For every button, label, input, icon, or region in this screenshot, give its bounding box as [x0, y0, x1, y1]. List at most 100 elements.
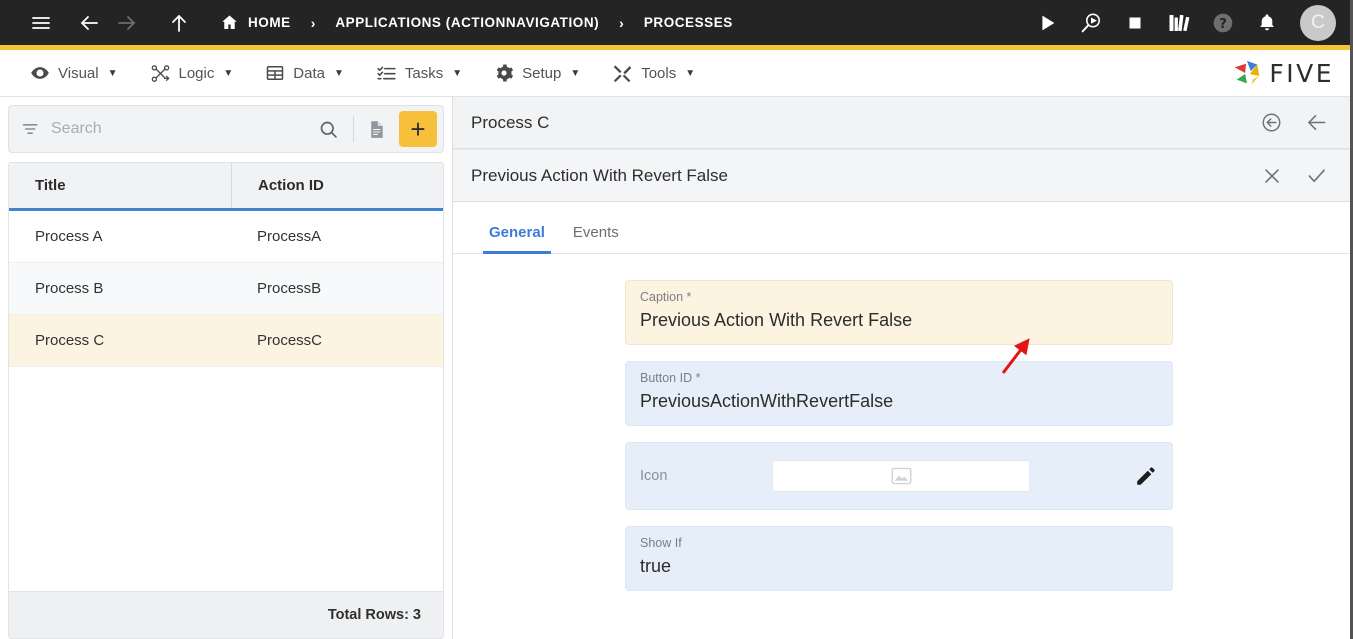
chevron-down-icon: ▼ — [108, 68, 118, 79]
topbar-action-group: ? C — [1028, 4, 1336, 42]
menu-label-tools: Tools — [641, 65, 676, 82]
chevron-down-icon: ▼ — [685, 68, 695, 79]
menu-item-data[interactable]: Data ▼ — [249, 57, 360, 89]
table-row[interactable]: Process B ProcessB — [9, 263, 443, 315]
breadcrumb-separator-2: › — [603, 15, 640, 31]
breadcrumb-separator-1: › — [295, 15, 332, 31]
action-title: Previous Action With Revert False — [471, 166, 1261, 186]
search-input[interactable] — [51, 120, 308, 138]
total-rows-label: Total Rows: 3 — [328, 607, 421, 623]
back-arrow-icon[interactable] — [1305, 111, 1328, 134]
tab-label-general: General — [489, 224, 545, 241]
caption-field[interactable]: Caption * Previous Action With Revert Fa… — [625, 280, 1173, 345]
general-tab-form: Caption * Previous Action With Revert Fa… — [453, 254, 1350, 639]
detail-header-actions — [1260, 111, 1328, 134]
tab-events[interactable]: Events — [559, 224, 633, 253]
eye-icon — [30, 63, 50, 83]
breadcrumb-label-processes: PROCESSES — [644, 15, 733, 30]
column-header-action-id[interactable]: Action ID — [231, 163, 443, 208]
menu-item-setup[interactable]: Setup ▼ — [478, 57, 596, 89]
top-navigation-bar: HOME › APPLICATIONS (ACTIONNAVIGATION) ›… — [0, 0, 1350, 45]
table-footer: Total Rows: 3 — [9, 591, 443, 638]
five-logo-mark-icon — [1232, 58, 1262, 88]
table-row-selected[interactable]: Process C ProcessC — [9, 315, 443, 367]
show-if-field-label: Show If — [640, 536, 1158, 551]
logic-node-icon — [150, 63, 171, 84]
breadcrumb-item-home[interactable]: HOME — [216, 13, 295, 32]
arrow-left-icon[interactable] — [70, 4, 108, 42]
arrow-up-icon[interactable] — [160, 4, 198, 42]
menu-item-tasks[interactable]: Tasks ▼ — [360, 57, 478, 90]
search-bar: + — [8, 105, 444, 153]
document-icon[interactable] — [358, 119, 395, 140]
avatar[interactable]: C — [1300, 5, 1336, 41]
run-icon[interactable] — [1028, 4, 1066, 42]
breadcrumb-label-applications: APPLICATIONS (ACTIONNAVIGATION) — [335, 15, 599, 30]
chevron-down-icon: ▼ — [452, 68, 462, 79]
home-icon — [220, 13, 239, 32]
pencil-edit-icon[interactable] — [1104, 464, 1158, 488]
help-icon[interactable]: ? — [1204, 4, 1242, 42]
chevron-down-icon: ▼ — [334, 68, 344, 79]
confirm-check-icon[interactable] — [1305, 164, 1328, 187]
cell-title: Process B — [9, 280, 231, 297]
breadcrumb-item-processes[interactable]: PROCESSES — [640, 15, 737, 30]
button-id-field[interactable]: Button ID * PreviousActionWithRevertFals… — [625, 361, 1173, 426]
menu-label-logic: Logic — [179, 65, 215, 82]
table-row[interactable]: Process A ProcessA — [9, 211, 443, 263]
menu-label-setup: Setup — [522, 65, 561, 82]
tab-general[interactable]: General — [475, 224, 559, 253]
task-list-icon — [376, 63, 397, 84]
table-body: Process A ProcessA Process B ProcessB Pr… — [9, 211, 443, 591]
processes-table: Title Action ID Process A ProcessA Proce… — [8, 162, 444, 639]
tools-wrench-icon — [612, 63, 633, 84]
button-id-field-value: PreviousActionWithRevertFalse — [640, 388, 1158, 414]
main-body: + Title Action ID Process A ProcessA Pro… — [0, 97, 1350, 639]
icon-preview-box[interactable] — [772, 460, 1030, 492]
svg-text:?: ? — [1219, 15, 1227, 31]
button-id-field-label: Button ID * — [640, 371, 1158, 386]
close-x-icon[interactable] — [1261, 165, 1283, 187]
action-subheader: Previous Action With Revert False — [453, 149, 1350, 202]
chevron-down-icon: ▼ — [570, 68, 580, 79]
five-logo-text: FIVE — [1269, 59, 1334, 88]
stop-icon[interactable] — [1116, 4, 1154, 42]
library-icon[interactable] — [1160, 4, 1198, 42]
show-if-field[interactable]: Show If true — [625, 526, 1173, 591]
caption-field-value: Previous Action With Revert False — [640, 307, 1158, 333]
notifications-bell-icon[interactable] — [1248, 4, 1286, 42]
menu-item-tools[interactable]: Tools ▼ — [596, 57, 711, 90]
main-menu-bar: Visual ▼ Logic ▼ Data ▼ Tasks ▼ — [0, 50, 1350, 97]
page-title: Process C — [471, 113, 1260, 133]
table-grid-icon — [265, 63, 285, 83]
breadcrumb-item-applications[interactable]: APPLICATIONS (ACTIONNAVIGATION) — [331, 15, 603, 30]
show-if-field-value: true — [640, 553, 1158, 579]
menu-item-logic[interactable]: Logic ▼ — [134, 57, 250, 90]
filter-icon[interactable] — [21, 119, 51, 139]
menu-label-data: Data — [293, 65, 325, 82]
debug-icon[interactable] — [1072, 4, 1110, 42]
five-logo: FIVE — [1232, 58, 1334, 88]
tab-label-events: Events — [573, 224, 619, 241]
revert-circle-arrow-icon[interactable] — [1260, 111, 1283, 134]
hamburger-menu-icon[interactable] — [22, 4, 60, 42]
topbar-left-group: HOME › APPLICATIONS (ACTIONNAVIGATION) ›… — [22, 4, 1028, 42]
cell-action-id: ProcessB — [231, 280, 443, 297]
detail-tabs: General Events — [453, 202, 1350, 254]
menu-label-visual: Visual — [58, 65, 99, 82]
cell-action-id: ProcessA — [231, 228, 443, 245]
column-header-title[interactable]: Title — [9, 163, 231, 208]
icon-field-label: Icon — [640, 468, 772, 484]
image-placeholder-icon — [891, 467, 912, 485]
application-window: HOME › APPLICATIONS (ACTIONNAVIGATION) ›… — [0, 0, 1353, 639]
search-icon[interactable] — [308, 119, 349, 140]
caption-field-label: Caption * — [640, 290, 1158, 305]
breadcrumb-label-home: HOME — [248, 15, 291, 30]
toolbar-divider — [353, 116, 354, 142]
add-process-button[interactable]: + — [399, 111, 437, 147]
icon-field[interactable]: Icon — [625, 442, 1173, 510]
avatar-initial: C — [1311, 12, 1325, 34]
menu-item-visual[interactable]: Visual ▼ — [14, 57, 134, 89]
processes-list-panel: + Title Action ID Process A ProcessA Pro… — [0, 97, 452, 639]
arrow-right-icon[interactable] — [108, 4, 146, 42]
